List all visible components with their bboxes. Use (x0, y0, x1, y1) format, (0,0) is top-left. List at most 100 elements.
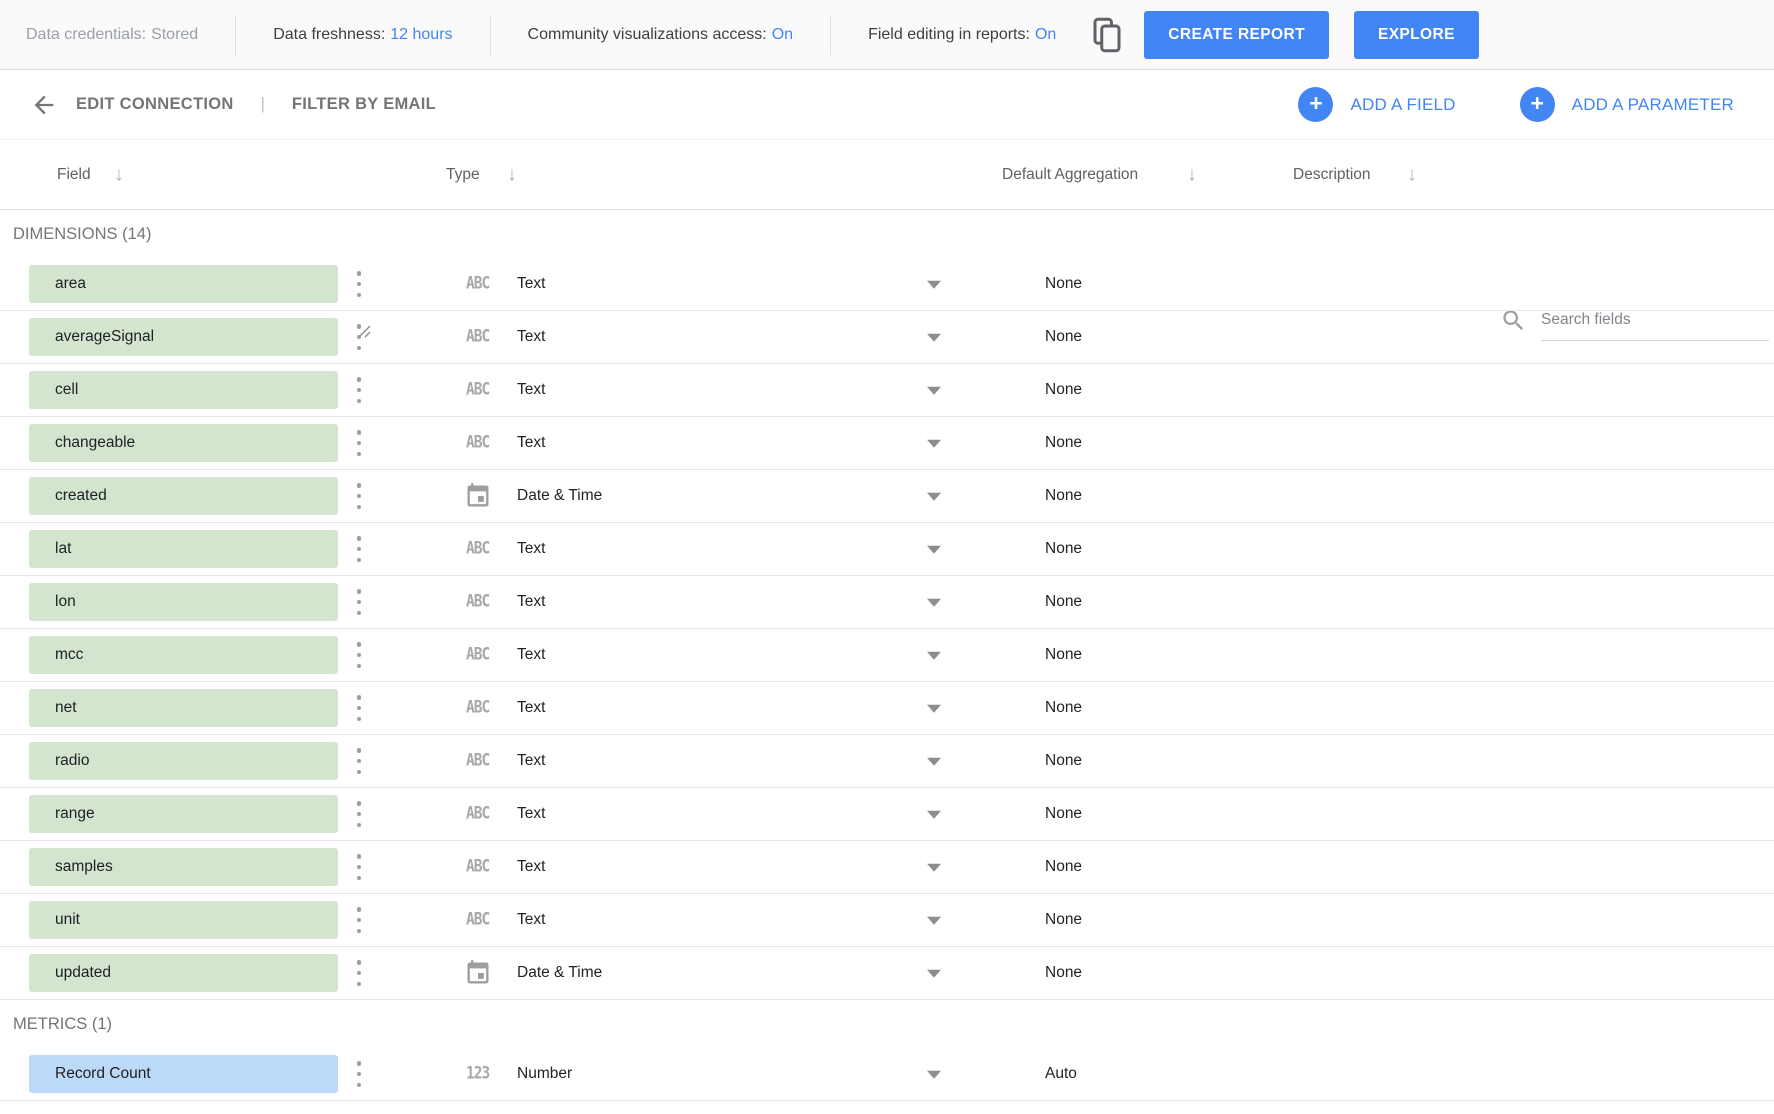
type-dropdown[interactable]: ABCText (466, 788, 956, 840)
type-dropdown[interactable]: ABCText (466, 841, 956, 893)
aggregation-value[interactable]: None (1045, 646, 1082, 664)
type-label: Text (517, 275, 545, 293)
field-chip[interactable]: area (29, 265, 338, 303)
field-chip[interactable]: created (29, 477, 338, 515)
type-dropdown[interactable]: ABCText (466, 364, 956, 416)
text-icon: ABC (466, 646, 489, 664)
field-chip[interactable]: averageSignal (29, 318, 338, 356)
field-chip[interactable]: updated (29, 954, 338, 992)
text-icon: ABC (466, 381, 489, 399)
type-dropdown[interactable]: Date & Time (466, 947, 956, 999)
field-chip[interactable]: samples (29, 848, 338, 886)
community-viz-value[interactable]: On (772, 26, 793, 44)
type-label: Date & Time (517, 487, 602, 505)
more-options-icon[interactable] (352, 907, 366, 933)
type-dropdown[interactable]: ABCText (466, 735, 956, 787)
more-options-icon[interactable] (352, 430, 366, 456)
field-row: range ABCText None (0, 788, 1774, 841)
sort-arrow-icon[interactable]: ↓ (1407, 163, 1417, 186)
field-list: DIMENSIONS (14)areaABCTextNoneaverageSig… (0, 210, 1774, 1101)
more-options-icon[interactable] (352, 271, 366, 297)
type-dropdown[interactable]: ABCText (466, 576, 956, 628)
type-dropdown[interactable]: Date & Time (466, 470, 956, 522)
type-dropdown[interactable]: ABCText (466, 894, 956, 946)
sort-arrow-icon[interactable]: ↓ (1187, 163, 1197, 186)
more-options-icon[interactable] (352, 377, 366, 403)
aggregation-value[interactable]: None (1045, 381, 1082, 399)
type-dropdown[interactable]: ABCText (466, 629, 956, 681)
data-credentials-label: Data credentials: (26, 26, 146, 44)
field-chip[interactable]: mcc (29, 636, 338, 674)
field-name: net (55, 699, 77, 717)
more-options-icon[interactable] (352, 854, 366, 880)
edit-connection-link[interactable]: EDIT CONNECTION (76, 95, 234, 114)
add-a-parameter-button[interactable]: + ADD A PARAMETER (1520, 87, 1734, 122)
column-header-description[interactable]: Description (1293, 166, 1371, 184)
aggregation-value[interactable]: None (1045, 858, 1082, 876)
field-chip[interactable]: net (29, 689, 338, 727)
type-dropdown[interactable]: 123 Number (466, 1048, 956, 1100)
column-header-type[interactable]: Type (446, 166, 480, 184)
more-options-icon[interactable] (352, 695, 366, 721)
dropdown-arrow-icon (927, 281, 941, 289)
field-chip[interactable]: radio (29, 742, 338, 780)
field-chip[interactable]: cell (29, 371, 338, 409)
aggregation-value[interactable]: None (1045, 275, 1082, 293)
create-report-button[interactable]: CREATE REPORT (1144, 11, 1329, 59)
add-a-field-button[interactable]: + ADD A FIELD (1298, 87, 1455, 122)
more-options-icon[interactable] (352, 960, 366, 986)
dropdown-arrow-icon (927, 758, 941, 766)
more-options-icon[interactable] (352, 483, 366, 509)
field-chip[interactable]: lat (29, 530, 338, 568)
aggregation-value[interactable]: None (1045, 752, 1082, 770)
field-chip[interactable]: changeable (29, 424, 338, 462)
field-chip[interactable]: unit (29, 901, 338, 939)
more-options-icon[interactable] (352, 748, 366, 774)
aggregation-value[interactable]: None (1045, 805, 1082, 823)
text-icon: ABC (466, 434, 489, 452)
explore-button[interactable]: EXPLORE (1354, 11, 1479, 59)
field-chip[interactable]: lon (29, 583, 338, 621)
sort-arrow-icon[interactable]: ↓ (114, 163, 124, 186)
field-chip[interactable]: range (29, 795, 338, 833)
aggregation-value[interactable]: None (1045, 964, 1082, 982)
add-a-parameter-label: ADD A PARAMETER (1572, 95, 1734, 115)
aggregation-value[interactable]: None (1045, 540, 1082, 558)
more-options-icon[interactable] (352, 1061, 366, 1087)
field-row: radio ABCText None (0, 735, 1774, 788)
type-dropdown[interactable]: ABCText (466, 417, 956, 469)
aggregation-value[interactable]: None (1045, 593, 1082, 611)
type-dropdown[interactable]: ABCText (466, 523, 956, 575)
field-row: lat ABCText None (0, 523, 1774, 576)
type-dropdown[interactable]: ABCText (466, 682, 956, 734)
aggregation-value[interactable]: None (1045, 487, 1082, 505)
more-options-icon[interactable] (352, 536, 366, 562)
toolbar-separator: | (261, 95, 265, 114)
column-header-field[interactable]: Field (57, 166, 91, 184)
aggregation-value[interactable]: Auto (1045, 1065, 1077, 1083)
data-freshness-value[interactable]: 12 hours (390, 26, 452, 44)
aggregation-value[interactable]: None (1045, 699, 1082, 717)
type-dropdown[interactable]: ABCText (466, 258, 956, 310)
sort-arrow-icon[interactable]: ↓ (507, 163, 517, 186)
dropdown-arrow-icon (927, 864, 941, 872)
field-chip[interactable]: Record Count (29, 1055, 338, 1093)
column-header-aggregation[interactable]: Default Aggregation (1002, 166, 1138, 184)
aggregation-value[interactable]: None (1045, 328, 1082, 346)
number-icon: 123 (466, 1065, 489, 1083)
type-label: Number (517, 1065, 572, 1083)
section-title: METRICS (1) (0, 1000, 1774, 1048)
field-editing-value[interactable]: On (1035, 26, 1056, 44)
copy-icon[interactable] (1090, 15, 1124, 55)
back-arrow-icon[interactable] (30, 90, 60, 120)
more-options-icon[interactable] (352, 801, 366, 827)
more-options-icon[interactable] (352, 589, 366, 615)
aggregation-value[interactable]: None (1045, 911, 1082, 929)
more-options-icon[interactable] (352, 642, 366, 668)
type-dropdown[interactable]: ABCText (466, 311, 956, 363)
aggregation-value[interactable]: None (1045, 434, 1082, 452)
field-row: cell ABCText None (0, 364, 1774, 417)
more-options-icon[interactable] (352, 324, 366, 350)
filter-by-email-link[interactable]: FILTER BY EMAIL (292, 95, 436, 114)
text-icon: ABC (466, 752, 489, 770)
